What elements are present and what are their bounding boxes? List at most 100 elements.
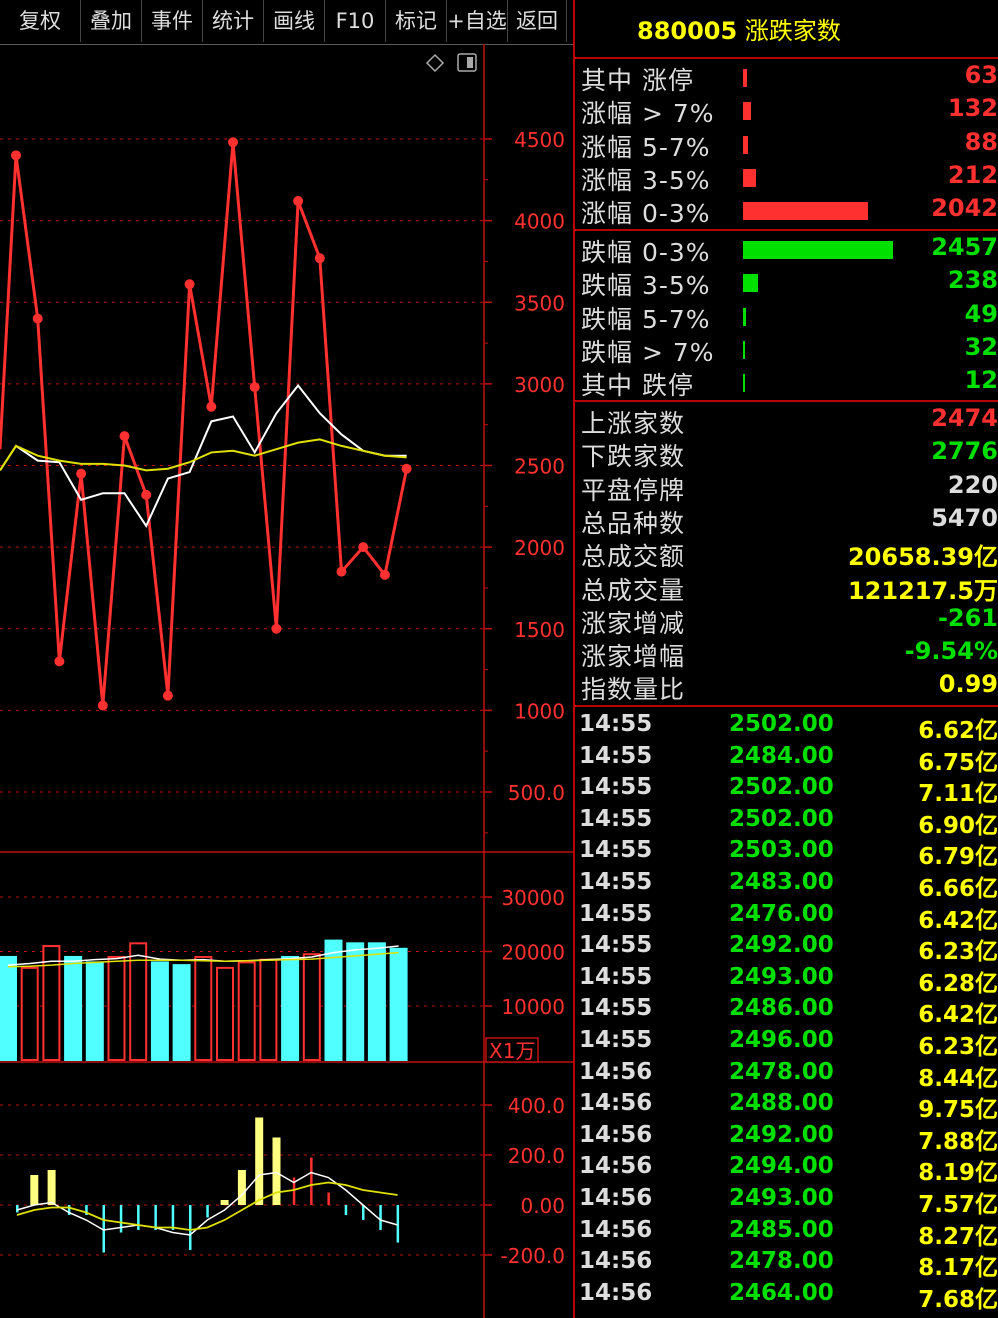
tick-volume: 9.75亿 [918, 1097, 998, 1124]
distribution-row: 涨幅 0-3% 2042 [579, 194, 998, 228]
indicator-bar [379, 1205, 382, 1230]
tick-row[interactable]: 14:55 2484.00 6.75亿 [579, 743, 998, 776]
summary-label: 指数量比 [581, 675, 686, 705]
tick-volume: 7.68亿 [918, 1286, 998, 1313]
tick-price: 2502.00 [729, 711, 834, 737]
distribution-value: 132 [947, 94, 998, 123]
panel-separator [575, 705, 998, 707]
tick-time: 14:55 [579, 963, 653, 990]
tick-row[interactable]: 14:56 2485.00 8.27亿 [579, 1217, 998, 1250]
indicator-bar [362, 1205, 365, 1220]
tick-row[interactable]: 14:56 2488.00 9.75亿 [579, 1090, 998, 1124]
tick-volume: 8.19亿 [918, 1160, 998, 1187]
tick-price: 2486.00 [729, 995, 834, 1022]
chart-area[interactable]: 复权 叠加 事件 统计 画线 F10 标记 +自选 返回 4500 4000 3500 3000 250… [0, 0, 573, 1318]
summary-label: 总成交量 [581, 575, 686, 605]
summary-row: 涨家增幅 -9.54% [579, 637, 998, 671]
tick-time: 14:56 [579, 1185, 653, 1211]
tick-row[interactable]: 14:56 2493.00 7.57亿 [579, 1185, 998, 1218]
tick-row[interactable]: 14:55 2476.00 6.42亿 [579, 901, 998, 934]
summary-value: 220 [947, 470, 998, 499]
tick-row[interactable]: 14:55 2502.00 7.11亿 [579, 774, 998, 807]
summary-row: 指数量比 0.99 [579, 670, 998, 705]
indicator-bar [310, 1157, 313, 1205]
tick-price: 2478.00 [729, 1058, 834, 1085]
tick-row[interactable]: 14:55 2492.00 6.23亿 [579, 932, 998, 965]
distribution-label: 其中 跌停 [581, 371, 694, 401]
distribution-bar [743, 274, 758, 293]
tick-row[interactable]: 14:56 2478.00 8.44亿 [579, 1058, 998, 1092]
tick-time: 14:56 [579, 1153, 653, 1180]
y-tick-label: 10000 [501, 995, 565, 1019]
index-name: 涨跌家数 [744, 17, 841, 45]
data-point [162, 690, 173, 701]
tick-price: 2496.00 [729, 1027, 834, 1053]
data-point [206, 401, 217, 412]
tick-row[interactable]: 14:55 2486.00 6.42亿 [579, 995, 998, 1029]
indicator-bar [47, 1170, 56, 1205]
data-point [379, 569, 390, 580]
distribution-value: 2042 [931, 194, 998, 223]
tick-volume: 8.44亿 [918, 1065, 998, 1092]
tick-row[interactable]: 14:55 2483.00 6.66亿 [579, 869, 998, 902]
distribution-value: 49 [964, 299, 998, 328]
data-point [358, 542, 369, 553]
summary-value: 5470 [931, 503, 998, 532]
summary-row: 下跌家数 2776 [579, 437, 998, 472]
distribution-bar [743, 102, 751, 121]
tick-row[interactable]: 14:55 2493.00 6.28亿 [579, 963, 998, 997]
tick-row[interactable]: 14:56 2494.00 8.19亿 [579, 1153, 998, 1187]
volume-bar [64, 955, 83, 1062]
tick-volume: 6.62亿 [918, 718, 998, 744]
tick-time: 14:55 [579, 837, 653, 864]
distribution-row: 跌幅 3-5% 238 [579, 266, 998, 300]
tick-volume: 6.23亿 [918, 1034, 998, 1060]
indicator-line-white [16, 1171, 398, 1236]
chart-canvas[interactable]: 4500 4000 3500 3000 2500 2000 1500 1000 500.0 300… [0, 0, 573, 1318]
summary-label: 平盘停牌 [581, 475, 686, 505]
y-tick-label: 1500 [514, 618, 565, 642]
distribution-value: 2457 [931, 233, 998, 261]
summary-row: 总成交额 20658.39亿 [579, 537, 998, 572]
indicator-bar [189, 1205, 192, 1250]
tick-row[interactable]: 14:56 2478.00 8.17亿 [579, 1248, 998, 1281]
volume-bar [85, 961, 104, 1062]
tick-volume: 6.75亿 [918, 749, 998, 776]
indicator-bar [102, 1205, 105, 1253]
panel-separator [575, 229, 998, 231]
tick-volume: 8.27亿 [918, 1223, 998, 1250]
y-tick-label: 4000 [514, 210, 565, 234]
y-tick-label: 2500 [514, 455, 565, 479]
summary-label: 总成交额 [581, 542, 686, 572]
data-point [76, 468, 87, 479]
unit-label: X1万 [489, 1039, 535, 1063]
volume-bar [194, 955, 213, 1062]
distribution-label: 跌幅 5-7% [581, 304, 711, 334]
tick-volume: 6.42亿 [918, 1002, 998, 1029]
tick-row[interactable]: 14:55 2503.00 6.79亿 [579, 837, 998, 870]
tick-time: 14:56 [579, 1121, 653, 1148]
distribution-row: 涨幅 > 7% 132 [579, 94, 998, 128]
tick-row[interactable]: 14:55 2502.00 6.90亿 [579, 806, 998, 839]
tick-price: 2478.00 [729, 1248, 834, 1275]
tick-row[interactable]: 14:56 2464.00 7.68亿 [579, 1280, 998, 1313]
data-point [336, 566, 347, 577]
summary-row: 总成交量 121217.5万 [579, 571, 998, 605]
distribution-row: 跌幅 5-7% 49 [579, 299, 998, 334]
summary-value: 0.99 [938, 670, 998, 699]
data-point [401, 463, 412, 474]
distribution-value: 63 [964, 61, 998, 89]
panel-separator [575, 57, 998, 59]
distribution-label: 涨幅 3-5% [581, 165, 711, 195]
distribution-value: 238 [947, 266, 998, 295]
volume-bar [367, 942, 386, 1062]
volume-bar [0, 955, 17, 1062]
tick-row[interactable]: 14:56 2492.00 7.88亿 [579, 1121, 998, 1155]
tick-row[interactable]: 14:55 2502.00 6.62亿 [579, 711, 998, 744]
summary-value: -9.54% [904, 637, 998, 666]
tick-volume: 6.90亿 [918, 812, 998, 839]
data-point [32, 313, 43, 324]
summary-label: 涨家增减 [581, 608, 686, 638]
tick-row[interactable]: 14:55 2496.00 6.23亿 [579, 1027, 998, 1060]
summary-label: 下跌家数 [581, 442, 686, 472]
